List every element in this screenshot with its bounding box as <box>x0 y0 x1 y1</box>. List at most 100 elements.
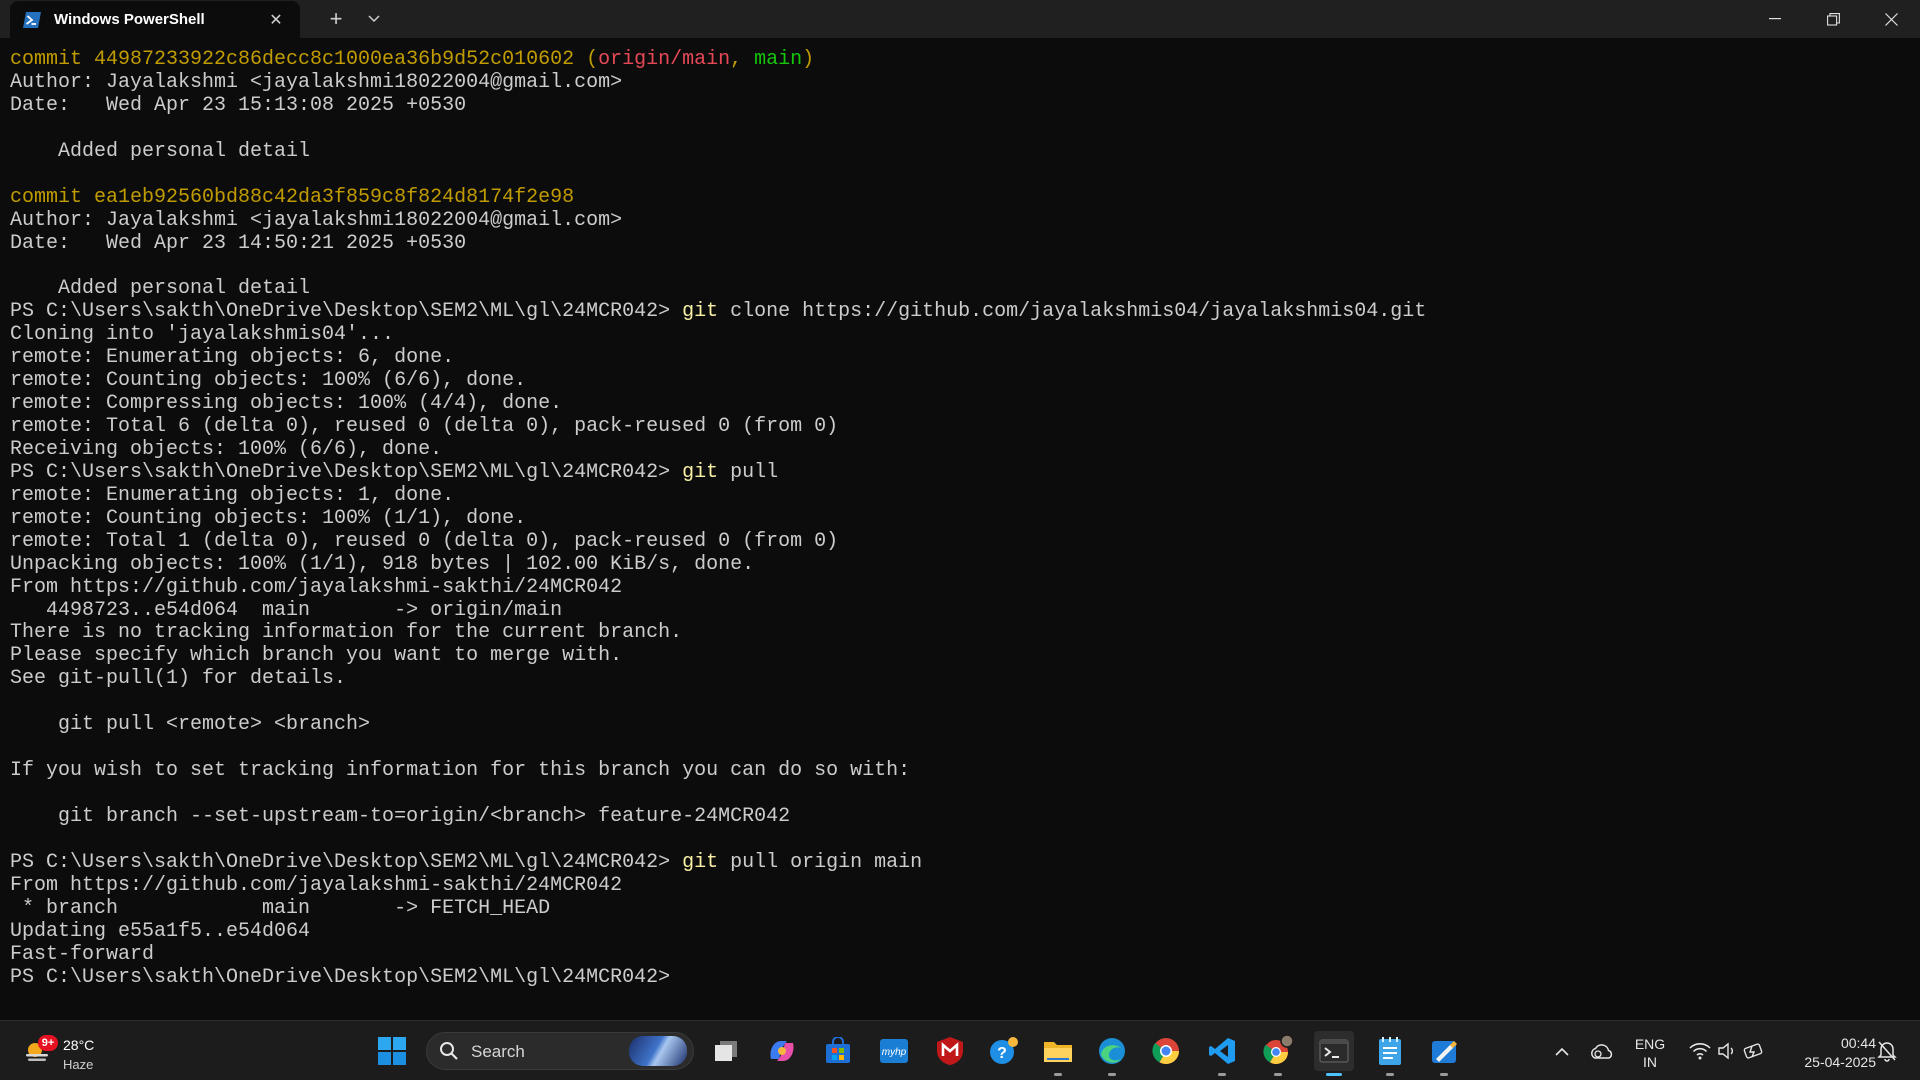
terminal-text: From https://github.com/jayalakshmi-sakt… <box>10 575 623 599</box>
terminal-text: If you wish to set tracking information … <box>10 759 911 783</box>
close-icon <box>1884 12 1898 26</box>
minimize-icon <box>1769 18 1781 20</box>
chrome-profile-icon <box>1263 1035 1294 1065</box>
chevron-down-icon <box>368 15 380 23</box>
terminal-line: remote: Enumerating objects: 6, done. <box>10 346 1426 370</box>
task-view-button[interactable] <box>706 1031 746 1071</box>
close-icon[interactable]: ✕ <box>264 10 288 30</box>
weather-widget[interactable]: 9+ 28°C Haze <box>20 1029 130 1073</box>
terminal-text: Fast-forward <box>10 942 155 966</box>
terminal-text: main <box>754 48 803 71</box>
terminal-line: remote: Counting objects: 100% (1/1), do… <box>10 506 1426 531</box>
terminal-text: remote: Counting objects: 100% (1/1), do… <box>10 506 527 530</box>
terminal-text: PS C:\Users\sakth\OneDrive\Desktop\SEM2\… <box>10 300 683 324</box>
title-bar: Windows PowerShell ✕ + <box>0 0 1920 38</box>
terminal-text: , <box>730 48 755 71</box>
terminal-text: git <box>682 300 719 324</box>
search-input[interactable]: Search <box>426 1032 694 1070</box>
chevron-up-icon <box>1555 1047 1569 1056</box>
paint-icon <box>1432 1041 1457 1063</box>
svg-text:?: ? <box>997 1045 1007 1062</box>
terminal-line: Date: Wed Apr 23 14:50:21 2025 +0530 <box>10 232 1426 256</box>
weather-condition: Haze <box>63 1057 94 1072</box>
terminal-text: See git-pull(1) for details. <box>10 667 347 691</box>
mcafee-button[interactable] <box>930 1031 970 1071</box>
terminal-line: commit 44987233922c86decc8c1000ea36b9d52… <box>10 48 1426 72</box>
file-explorer-button[interactable] <box>1038 1031 1078 1076</box>
myhp-button[interactable]: myhp <box>874 1031 914 1071</box>
chrome-profile-button[interactable] <box>1258 1031 1298 1076</box>
clock[interactable]: 00:44 25-04-2025 <box>1780 1033 1876 1073</box>
new-tab-button[interactable]: + <box>318 0 354 38</box>
terminal-line: Unpacking objects: 100% (1/1), 918 bytes… <box>10 552 1426 577</box>
terminal-button[interactable] <box>1314 1031 1354 1076</box>
paint-button[interactable] <box>1424 1031 1464 1076</box>
myhp-icon: myhp <box>880 1039 908 1063</box>
terminal-line: See git-pull(1) for details. <box>10 667 1426 691</box>
terminal-text: git pull <remote> <branch> <box>10 713 371 737</box>
edge-icon <box>1099 1038 1125 1064</box>
terminal-line: Receiving objects: 100% (6/6), done. <box>10 438 1426 462</box>
language-indicator[interactable]: ENG IN <box>1628 1033 1672 1073</box>
terminal-text: Unpacking objects: 100% (1/1), 918 bytes… <box>10 552 755 576</box>
restore-button[interactable] <box>1804 0 1862 38</box>
edge-button[interactable] <box>1092 1031 1132 1076</box>
terminal-text: git <box>682 460 719 484</box>
clock-time: 00:44 <box>1840 1035 1876 1051</box>
vscode-button[interactable] <box>1202 1031 1242 1076</box>
weather-temperature: 28°C <box>63 1037 95 1053</box>
terminal-line: PS C:\Users\sakth\OneDrive\Desktop\SEM2\… <box>10 965 1426 990</box>
terminal-text: Author: Jayalakshmi <jayalakshmi18022004… <box>10 208 623 232</box>
terminal-line: Author: Jayalakshmi <jayalakshmi18022004… <box>10 208 1426 233</box>
start-button[interactable] <box>372 1031 412 1071</box>
terminal-text: Added personal detail <box>10 139 311 163</box>
windows-start-icon <box>378 1037 406 1065</box>
onedrive-button[interactable] <box>1586 1037 1618 1065</box>
terminal-output[interactable]: commit 44987233922c86decc8c1000ea36b9d52… <box>0 38 1910 1020</box>
terminal-line: Cloning into 'jayalakshmis04'... <box>10 323 1426 347</box>
terminal-text: origin/main <box>598 48 731 71</box>
terminal-text: Date: Wed Apr 23 15:13:08 2025 +0530 <box>10 93 467 117</box>
get-help-button[interactable]: ? <box>984 1031 1024 1071</box>
terminal-text: pull origin main <box>718 850 923 874</box>
restore-icon <box>1826 12 1840 26</box>
terminal-text: Added personal detail <box>10 277 311 301</box>
tab-windows-powershell[interactable]: Windows PowerShell ✕ <box>10 1 300 38</box>
terminal-text: commit ea1eb92560bd88c42da3f859c8f824d81… <box>10 185 575 209</box>
terminal-line: From https://github.com/jayalakshmi-sakt… <box>10 874 1426 898</box>
vscode-icon <box>1209 1038 1235 1064</box>
terminal-line: Updating e55a1f5..e54d064 <box>10 920 1426 944</box>
task-view-icon <box>715 1041 737 1061</box>
quick-settings-button[interactable] <box>1682 1037 1772 1065</box>
terminal-line: git branch --set-upstream-to=origin/<bra… <box>10 805 1426 829</box>
terminal-line: If you wish to set tracking information … <box>10 759 1426 783</box>
terminal-text: PS C:\Users\sakth\OneDrive\Desktop\SEM2\… <box>10 965 683 989</box>
terminal-text: remote: Enumerating objects: 1, done. <box>10 483 455 507</box>
notification-button[interactable] <box>1874 1037 1900 1065</box>
close-window-button[interactable] <box>1862 0 1920 38</box>
minimize-button[interactable] <box>1746 0 1804 38</box>
notepad-button[interactable] <box>1370 1031 1410 1076</box>
show-hidden-icons-button[interactable] <box>1548 1037 1576 1065</box>
terminal-line: commit ea1eb92560bd88c42da3f859c8f824d81… <box>10 185 1426 210</box>
terminal-text: 4498723..e54d064 main -> origin/main <box>10 598 563 622</box>
terminal-line: Date: Wed Apr 23 15:13:08 2025 +0530 <box>10 93 1426 118</box>
terminal-line: Added personal detail <box>10 277 1426 301</box>
tab-dropdown-button[interactable] <box>356 0 392 38</box>
onedrive-icon <box>1591 1044 1613 1059</box>
microsoft-store-button[interactable] <box>818 1031 858 1071</box>
terminal-line: remote: Total 6 (delta 0), reused 0 (del… <box>10 415 1426 439</box>
powershell-icon <box>22 10 42 30</box>
terminal-icon <box>1319 1039 1349 1063</box>
terminal-line: git pull <remote> <branch> <box>10 713 1426 737</box>
terminal-line: remote: Total 1 (delta 0), reused 0 (del… <box>10 530 1426 554</box>
terminal-text: Author: Jayalakshmi <jayalakshmi18022004… <box>10 70 623 94</box>
language-region: IN <box>1643 1054 1657 1070</box>
svg-text:myhp: myhp <box>882 1047 907 1058</box>
chrome-button[interactable] <box>1146 1031 1186 1071</box>
copilot-button[interactable] <box>762 1031 802 1071</box>
plus-icon: + <box>329 6 343 31</box>
